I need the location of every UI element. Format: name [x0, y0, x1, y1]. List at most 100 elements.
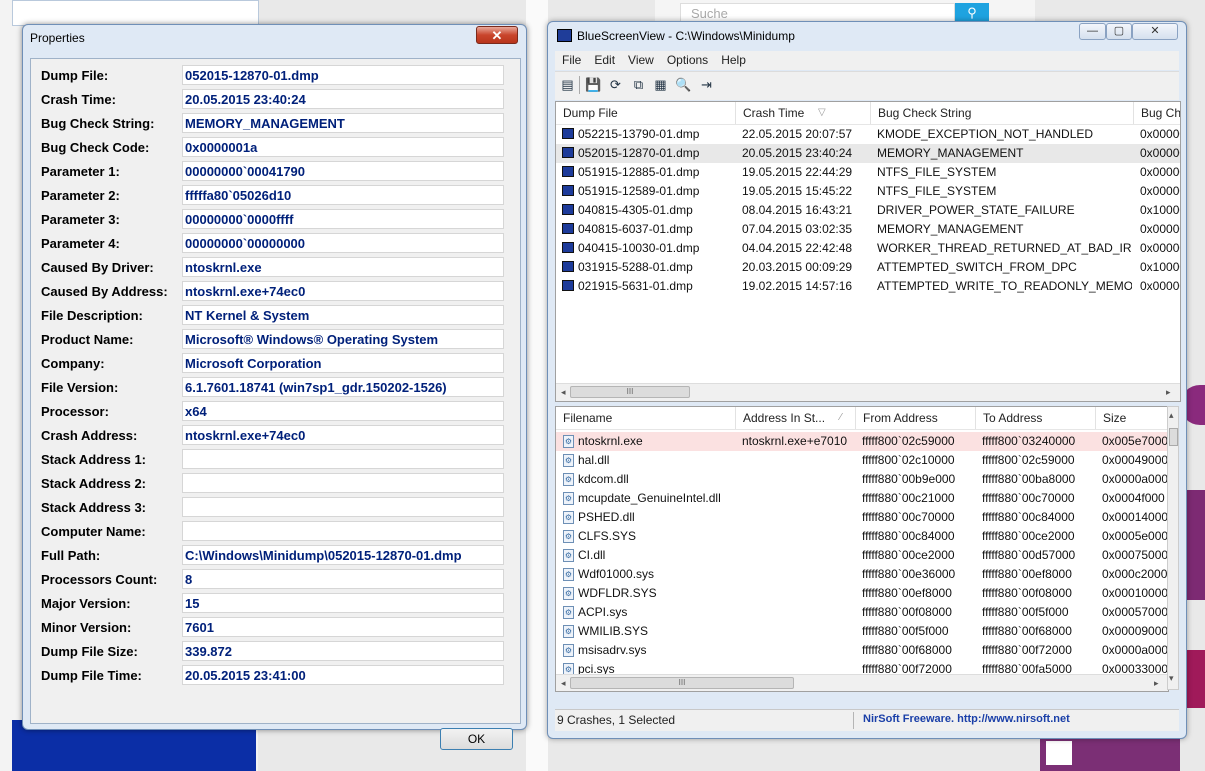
module-list-cell: 0x000c2000	[1102, 567, 1168, 581]
maximize-button[interactable]: ▢	[1106, 23, 1132, 40]
column-header-bug-check-string[interactable]: Bug Check String	[871, 102, 1134, 124]
property-value-field[interactable]: x64	[182, 401, 504, 421]
crash-list-cell: 051915-12589-01.dmp	[578, 184, 700, 198]
property-value-field[interactable]: 6.1.7601.18741 (win7sp1_gdr.150202-1526)	[182, 377, 504, 397]
crash-list-row[interactable]: 040815-4305-01.dmp 08.04.2015 16:43:21 DRI…	[556, 201, 1180, 220]
menu-options[interactable]: Options	[660, 51, 714, 67]
module-list-row[interactable]: ⚙ hal.dll fffff800`02c10000 fffff800`02c590…	[556, 451, 1168, 470]
property-value-field[interactable]	[182, 521, 504, 541]
property-value-field[interactable]: MEMORY_MANAGEMENT	[182, 113, 504, 133]
scrollbar-thumb[interactable]: III	[570, 677, 794, 689]
column-header-from-address[interactable]: From Address	[856, 407, 976, 429]
property-value-field[interactable]: ntoskrnl.exe+74ec0	[182, 281, 504, 301]
property-value-field[interactable]: C:\Windows\Minidump\052015-12870-01.dmp	[182, 545, 504, 565]
crash-list-cell: ATTEMPTED_WRITE_TO_READONLY_MEMORY	[877, 279, 1132, 293]
property-value-field[interactable]	[182, 497, 504, 517]
properties-dialog: Properties ✕ OK Dump File: 052015-12870-0…	[22, 24, 527, 750]
module-list-row[interactable]: ⚙ WMILIB.SYS fffff880`00f5f000 fffff880`00f…	[556, 622, 1168, 641]
crash-list-row[interactable]: 040815-6037-01.dmp 07.04.2015 03:02:35 MEM…	[556, 220, 1180, 239]
property-value-field[interactable]: fffffa80`05026d10	[182, 185, 504, 205]
window-title: BlueScreenView - C:\Windows\Minidump	[577, 29, 795, 43]
property-value-field[interactable]: ntoskrnl.exe+74ec0	[182, 425, 504, 445]
scroll-right-icon[interactable]: ▸	[1166, 387, 1171, 398]
status-nirsoft-link[interactable]: NirSoft Freeware. http://www.nirsoft.net	[863, 713, 1070, 725]
property-value-field[interactable]: 7601	[182, 617, 504, 637]
crash-list-row[interactable]: 031915-5288-01.dmp 20.03.2015 00:09:29 ATT…	[556, 258, 1180, 277]
property-value-field[interactable]: 00000000`0000ffff	[182, 209, 504, 229]
property-value-field[interactable]: 00000000`00041790	[182, 161, 504, 181]
column-header-bug-check-code[interactable]: Bug Ch	[1134, 102, 1180, 124]
scroll-left-icon[interactable]: ◂	[561, 387, 566, 398]
crash-list-row[interactable]: 051915-12885-01.dmp 19.05.2015 22:44:29 NT…	[556, 163, 1180, 182]
property-value-field[interactable]: 0x0000001a	[182, 137, 504, 157]
property-row: Parameter 2: fffffa80`05026d10	[31, 185, 520, 205]
horizontal-scrollbar[interactable]: ◂ III ▸	[556, 383, 1180, 401]
find-icon[interactable]: 🔍	[675, 76, 692, 93]
module-list-cell: 0x005e7000	[1102, 434, 1168, 448]
module-list-row[interactable]: ⚙ mcupdate_GenuineIntel.dll fffff880`00c21…	[556, 489, 1168, 508]
menu-view[interactable]: View	[621, 51, 660, 67]
property-value-field[interactable]: 20.05.2015 23:41:00	[182, 665, 504, 685]
horizontal-scrollbar[interactable]: ◂ III ▸	[556, 674, 1168, 691]
property-value-field[interactable]: NT Kernel & System	[182, 305, 504, 325]
properties-icon[interactable]: ▤	[559, 76, 576, 93]
property-value-field[interactable]: 052015-12870-01.dmp	[182, 65, 504, 85]
module-list-row[interactable]: ⚙ kdcom.dll fffff880`00b9e000 fffff880`00ba…	[556, 470, 1168, 489]
crash-list-row[interactable]: 052015-12870-01.dmp 20.05.2015 23:40:24 ME…	[556, 144, 1180, 163]
module-list-row[interactable]: ⚙ ACPI.sys fffff880`00f08000 fffff880`00f5f…	[556, 603, 1168, 622]
scrollbar-thumb[interactable]: III	[570, 386, 690, 398]
module-list-cell: ACPI.sys	[578, 605, 628, 619]
module-list-row[interactable]: ⚙ WDFLDR.SYS fffff880`00ef8000 fffff880`00f…	[556, 584, 1168, 603]
property-value-field[interactable]: 8	[182, 569, 504, 589]
vertical-scrollbar[interactable]: ▴ ▾	[1167, 406, 1179, 690]
crash-list-row[interactable]: 051915-12589-01.dmp 19.05.2015 15:45:22 NT…	[556, 182, 1180, 201]
crash-list-row[interactable]: 052215-13790-01.dmp 22.05.2015 20:07:57 KM…	[556, 125, 1180, 144]
menu-help[interactable]: Help	[714, 51, 752, 67]
column-header-to-address[interactable]: To Address	[976, 407, 1096, 429]
module-list-cell: fffff880`00ce2000	[982, 529, 1075, 543]
property-value-field[interactable]: 339.872	[182, 641, 504, 661]
column-header-address-in-stack[interactable]: Address In St... ⁄	[736, 407, 856, 429]
ok-button[interactable]: OK	[440, 728, 513, 750]
module-list-row[interactable]: ⚙ Wdf01000.sys fffff880`00e36000 fffff880`0…	[556, 565, 1168, 584]
module-list-row[interactable]: ⚙ CLFS.SYS fffff880`00c84000 fffff880`00ce2…	[556, 527, 1168, 546]
copy-icon[interactable]: ⧉	[630, 76, 647, 93]
property-value-field[interactable]: 15	[182, 593, 504, 613]
module-list-row[interactable]: ⚙ CI.dll fffff880`00ce2000 fffff880`00d5700…	[556, 546, 1168, 565]
menu-edit[interactable]: Edit	[587, 51, 621, 67]
module-list-row[interactable]: ⚙ PSHED.dll fffff880`00c70000 fffff880`00c8…	[556, 508, 1168, 527]
save-icon[interactable]: 💾	[585, 76, 602, 93]
column-header-filename[interactable]: Filename	[556, 407, 736, 429]
close-button[interactable]: ✕	[476, 26, 518, 44]
refresh-icon[interactable]: ⟳	[607, 76, 624, 93]
property-label: Bug Check Code:	[41, 140, 150, 155]
property-value-field[interactable]	[182, 449, 504, 469]
property-value-field[interactable]: Microsoft Corporation	[182, 353, 504, 373]
property-label: Stack Address 1:	[41, 452, 147, 467]
property-value-field[interactable]: ntoskrnl.exe	[182, 257, 504, 277]
column-header-crash-time[interactable]: Crash Time ▽	[736, 102, 871, 124]
close-button[interactable]: ✕	[1132, 23, 1178, 40]
crash-list-cell: 22.05.2015 20:07:57	[742, 127, 853, 141]
module-list-row[interactable]: ⚙ ntoskrnl.exe ntoskrnl.exe+e7010 fffff800`…	[556, 432, 1168, 451]
column-header-dump-file[interactable]: Dump File	[556, 102, 736, 124]
scroll-left-icon[interactable]: ◂	[561, 678, 566, 689]
html-report-icon[interactable]: ▦	[652, 76, 669, 93]
exit-icon[interactable]: ⇥	[698, 76, 715, 93]
driver-file-icon: ⚙	[563, 644, 574, 657]
scroll-down-icon[interactable]: ▾	[1169, 673, 1174, 684]
property-value-field[interactable]: 00000000`00000000	[182, 233, 504, 253]
column-header-size[interactable]: Size	[1096, 407, 1168, 429]
crash-list-row[interactable]: 040415-10030-01.dmp 04.04.2015 22:42:48 WO…	[556, 239, 1180, 258]
scrollbar-thumb[interactable]	[1169, 428, 1178, 446]
minimize-button[interactable]: —	[1079, 23, 1106, 40]
property-value-field[interactable]: 20.05.2015 23:40:24	[182, 89, 504, 109]
dump-file-icon	[562, 242, 574, 253]
module-list-row[interactable]: ⚙ msisadrv.sys fffff880`00f68000 fffff880`0…	[556, 641, 1168, 660]
property-value-field[interactable]	[182, 473, 504, 493]
menu-file[interactable]: File	[555, 51, 587, 67]
crash-list-row[interactable]: 021915-5631-01.dmp 19.02.2015 14:57:16 ATT…	[556, 277, 1180, 296]
scroll-up-icon[interactable]: ▴	[1169, 410, 1174, 421]
scroll-right-icon[interactable]: ▸	[1154, 678, 1159, 689]
property-value-field[interactable]: Microsoft® Windows® Operating System	[182, 329, 504, 349]
